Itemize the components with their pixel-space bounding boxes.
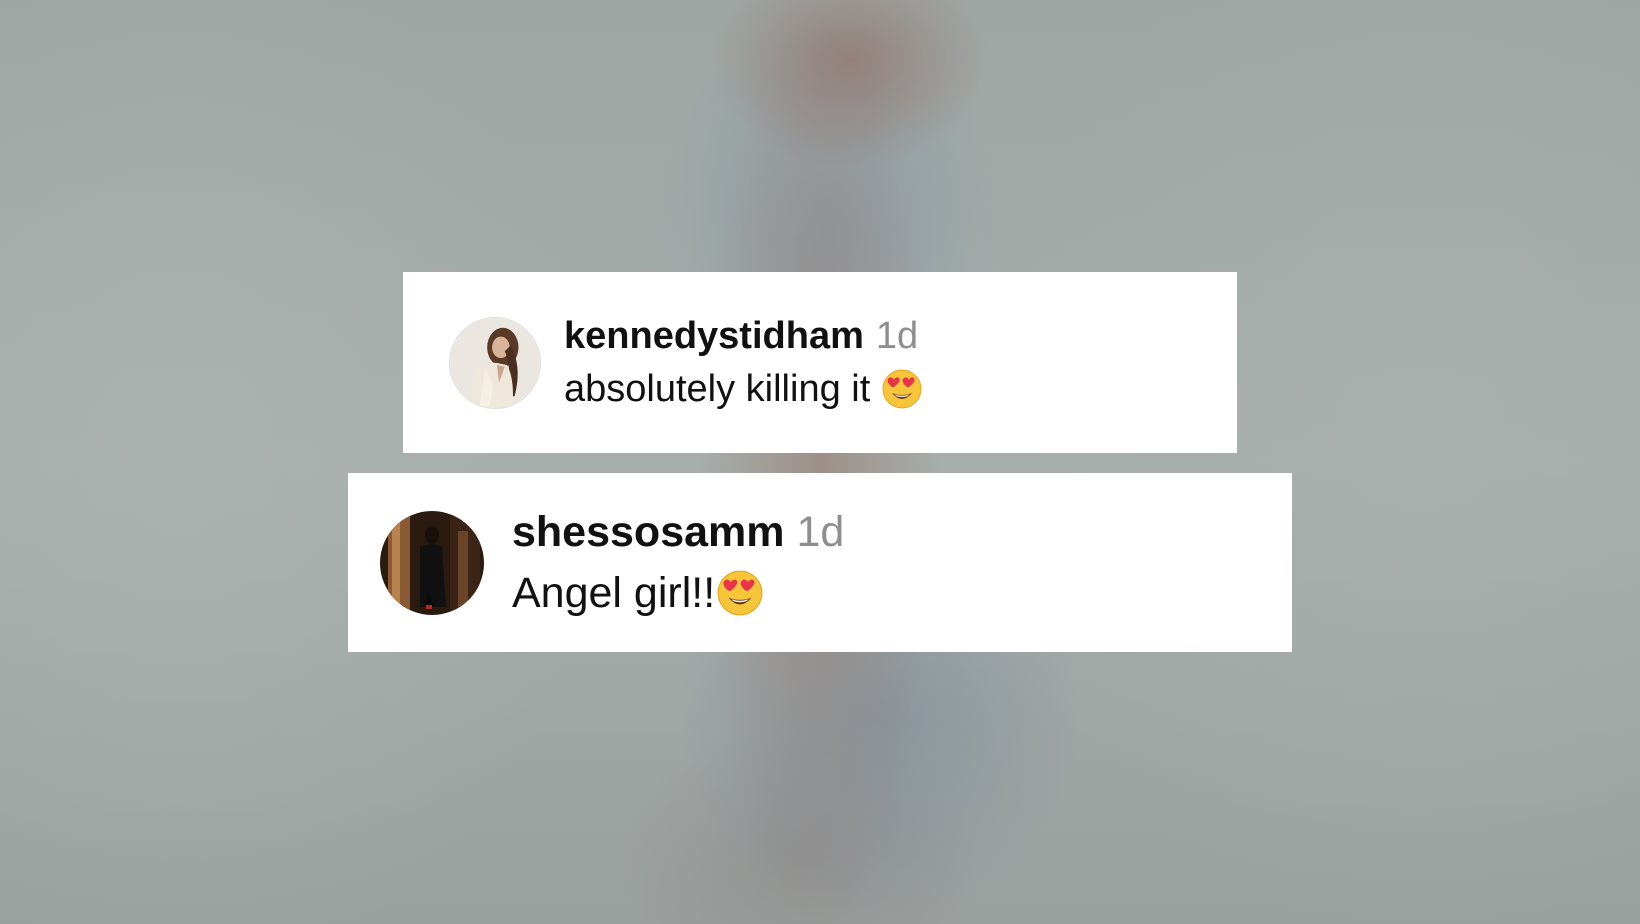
comment-timestamp: 1d [875,314,919,357]
comment-timestamp: 1d [796,507,845,556]
username-link[interactable]: kennedystidham [564,315,864,358]
heart-eyes-emoji-icon [882,369,922,409]
username-link[interactable]: shessosamm [512,508,785,557]
blurred-background-photo [0,0,1640,924]
comment-body: kennedystidham 1d absolutely killing it [564,315,922,411]
comment-card: kennedystidham 1d absolutely killing it [403,272,1237,453]
comment-header: kennedystidham 1d [564,315,922,358]
comment-text: absolutely killing it [564,367,871,410]
comment-text-line: absolutely killing it [564,368,922,411]
avatar-photo [450,317,540,408]
comment-text: Angel girl!! [512,568,716,617]
comment-header: shessosamm 1d [512,508,844,557]
user-avatar[interactable] [380,510,484,615]
comment-card: shessosamm 1d Angel girl!! [348,473,1292,652]
comment-text-line: Angel girl!! [512,569,844,618]
avatar-photo [380,510,484,615]
heart-eyes-emoji-icon [717,570,763,616]
user-avatar[interactable] [449,316,541,409]
comment-body: shessosamm 1d Angel girl!! [512,508,844,618]
